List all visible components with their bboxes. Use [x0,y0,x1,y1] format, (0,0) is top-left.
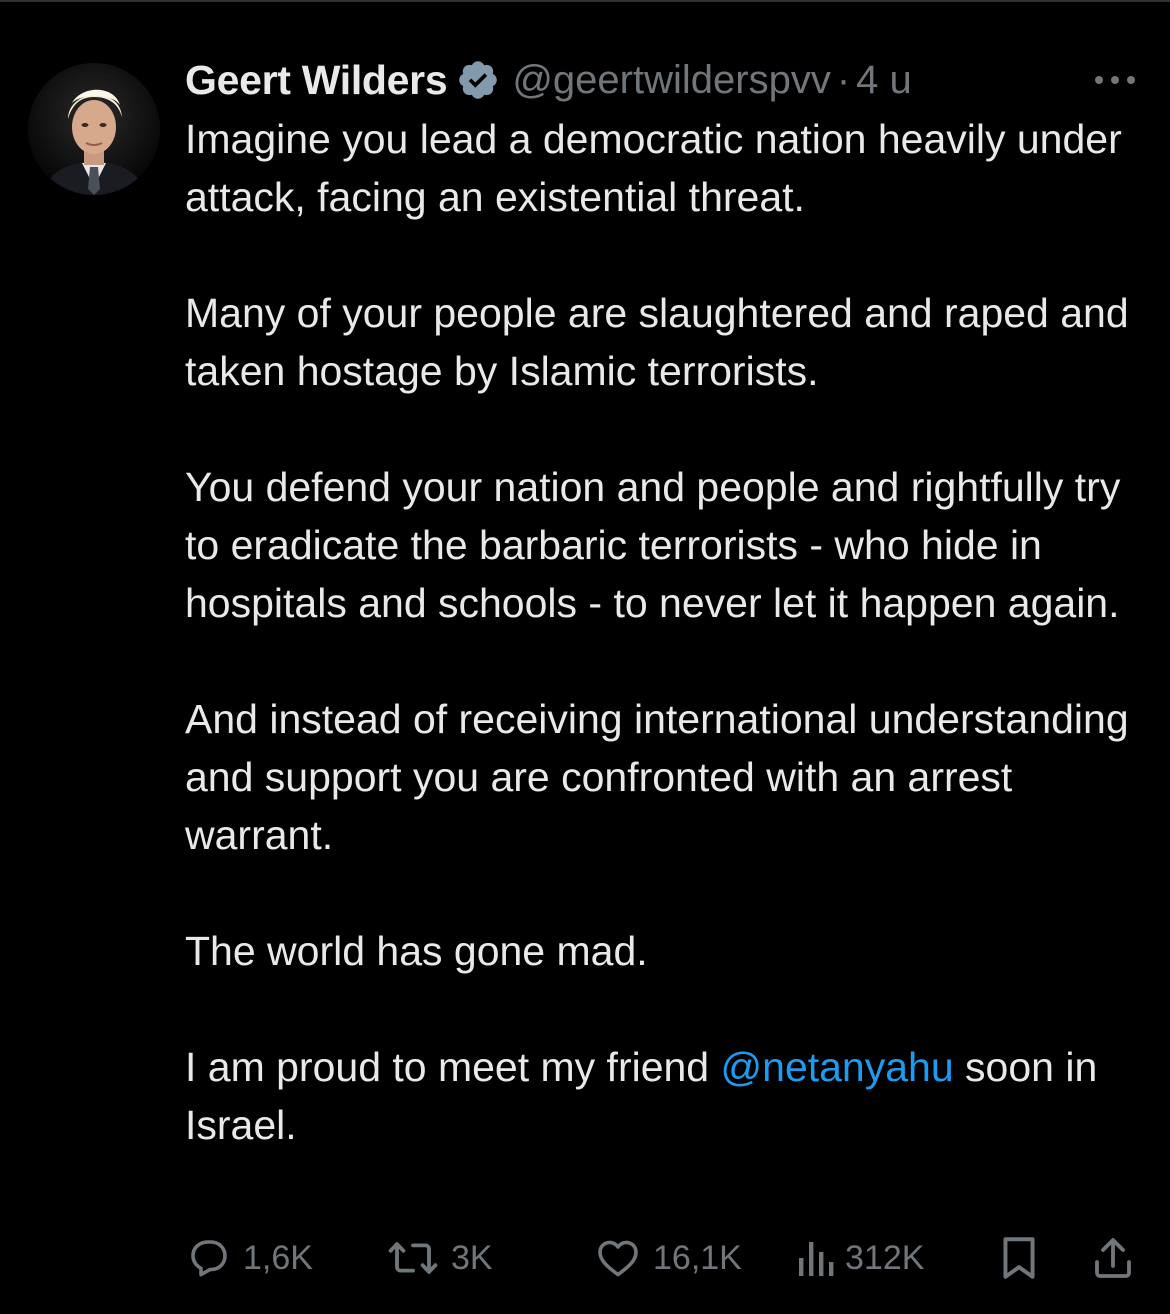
reply-button[interactable]: 1,6K [185,1228,313,1288]
action-bar: 1,6K 3K 16,1K 312K [185,1228,1145,1288]
tweet-header: Geert Wilders @geertwilderspvv · 4 u [185,52,1140,108]
more-horizontal-icon[interactable] [1090,60,1140,100]
reply-count: 1,6K [243,1238,313,1277]
author-handle[interactable]: @geertwilderspvv [512,58,831,103]
tweet-paragraph: Imagine you lead a democratic nation hea… [185,116,1122,220]
bookmark-icon [997,1233,1041,1283]
repost-count: 3K [451,1238,493,1277]
share-button[interactable] [1089,1228,1137,1288]
tweet-text: Imagine you lead a democratic nation hea… [185,110,1145,1154]
tweet-paragraph-last: I am proud to meet my friend @netanyahu … [185,1038,1145,1154]
profile-photo-icon [28,63,160,195]
share-icon [1089,1233,1137,1283]
views-count: 312K [845,1238,925,1277]
timestamp[interactable]: 4 u [856,58,912,103]
tweet-paragraph: The world has gone mad. [185,928,648,974]
heart-icon [593,1234,643,1282]
avatar[interactable] [28,63,160,195]
author-display-name[interactable]: Geert Wilders [185,57,448,104]
tweet-paragraph: Many of your people are slaughtered and … [185,290,1129,394]
tweet-text-segment: I am proud to meet my friend [185,1044,721,1090]
views-icon [795,1234,835,1282]
reply-icon [185,1234,233,1282]
verified-badge-icon[interactable] [456,58,500,102]
separator-dot: · [836,57,851,102]
tweet-paragraph: And instead of receiving international u… [185,696,1129,858]
repost-button[interactable]: 3K [385,1228,493,1288]
tweet-paragraph: You defend your nation and people and ri… [185,464,1121,626]
like-button[interactable]: 16,1K [593,1228,742,1288]
repost-icon [385,1234,441,1282]
like-count: 16,1K [653,1238,742,1277]
top-divider [0,0,1170,2]
bookmark-button[interactable] [997,1228,1041,1288]
views-button[interactable]: 312K [795,1228,924,1288]
mention-link[interactable]: @netanyahu [721,1044,954,1090]
